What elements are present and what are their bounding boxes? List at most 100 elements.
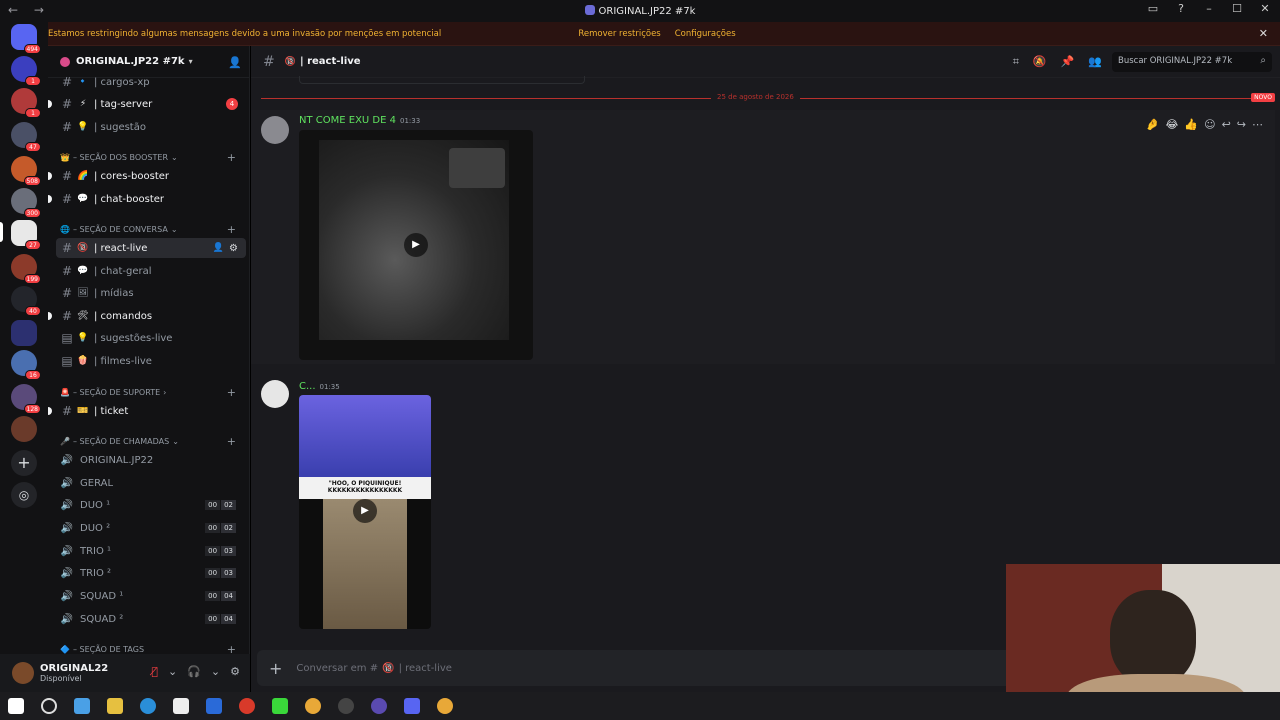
file-explorer-icon[interactable] [107, 698, 123, 714]
category-booster[interactable]: 👑 – SEÇÃO DOS BOOSTER ⌄ + [60, 151, 246, 164]
gear-icon[interactable]: ⚙ [230, 665, 240, 678]
video-attachment[interactable]: "HOO, O PIQUINIQUE! KKKKKKKKKKKKKKKK ▶ [299, 395, 431, 629]
unread-indicator [48, 172, 52, 180]
message[interactable]: NT COME EXU DE 4 01:33 ▶ 🤌 😂 👍 ☺ ↩ ↪ ⋯ [251, 110, 1275, 364]
server-icon[interactable]: 40 [11, 286, 41, 316]
store-icon[interactable] [173, 698, 189, 714]
create-channel-icon[interactable]: + [227, 386, 236, 399]
message-author[interactable]: NT COME EXU DE 4 [299, 115, 396, 126]
webcam-person-head [1110, 590, 1196, 686]
chevron-down-icon[interactable]: ⌄ [211, 665, 220, 678]
reaction-emoji[interactable]: 😂 [1166, 118, 1179, 131]
category-chamadas[interactable]: 🎤 – SEÇÃO DE CHAMADAS ⌄ + [60, 435, 246, 448]
member-list-icon[interactable]: 👥 [1088, 55, 1102, 69]
start-icon[interactable] [8, 698, 24, 714]
invite-icon[interactable]: 👤 [213, 243, 224, 253]
channel-sugestao[interactable]: # 💡 | sugestão [56, 117, 246, 137]
message-author[interactable]: C... [299, 381, 316, 392]
add-server-icon[interactable]: + [11, 450, 37, 476]
channel-midias[interactable]: # 🖼 | mídias [56, 283, 246, 303]
voice-channel[interactable]: 🔊 SQUAD ² 00 04 [56, 609, 246, 629]
voice-channel[interactable]: 🔊 ORIGINAL.JP22 [56, 450, 246, 470]
create-channel-icon[interactable]: + [227, 435, 236, 448]
mic-muted-icon[interactable]: 🎙̸ [151, 665, 158, 678]
search-icon[interactable] [41, 698, 57, 714]
notification-bell-icon[interactable]: 🔕 [1033, 55, 1047, 69]
server-icon[interactable]: 300 [11, 188, 41, 218]
chrome-icon[interactable] [437, 698, 453, 714]
channel-react-live[interactable]: # 🔞 | react-live 👤 ⚙ [56, 238, 246, 258]
server-icon[interactable] [11, 416, 37, 442]
create-channel-icon[interactable]: + [227, 223, 236, 236]
reply-icon[interactable]: ↩ [1222, 118, 1231, 131]
add-reaction-icon[interactable]: ☺ [1204, 118, 1215, 131]
video-attachment[interactable]: ▶ [299, 130, 533, 360]
close-button[interactable]: ✕ [1258, 2, 1272, 15]
voice-channel[interactable]: 🔊 TRIO ¹ 00 03 [56, 541, 246, 561]
create-channel-icon[interactable]: + [227, 643, 236, 655]
invite-people-icon[interactable]: 👤 [228, 56, 242, 69]
server-icon[interactable]: 27 [11, 220, 41, 250]
app-icon[interactable] [239, 698, 255, 714]
chrome-icon[interactable] [305, 698, 321, 714]
channel-chat-geral[interactable]: # 💬 | chat-geral [56, 261, 246, 281]
play-icon[interactable]: ▶ [353, 499, 377, 523]
avatar[interactable] [12, 662, 34, 684]
close-banner-icon[interactable]: ✕ [1259, 27, 1268, 40]
speaker-icon: 🔊 [60, 613, 74, 625]
forum-icon: ▤ [61, 331, 73, 345]
mail-icon[interactable] [206, 698, 222, 714]
channel-tag-server[interactable]: # ⚡ | tag-server 4 [48, 94, 246, 114]
home-icon[interactable]: 494 [11, 24, 41, 54]
reaction-emoji[interactable]: 🤌 [1146, 118, 1160, 131]
voice-channel[interactable]: 🔊 DUO ¹ 00 02 [56, 495, 246, 515]
channel-comandos[interactable]: # 🛠 | comandos [48, 306, 246, 326]
avatar[interactable] [261, 380, 289, 408]
server-icon[interactable]: 1 [11, 56, 41, 86]
gear-icon[interactable]: ⚙ [229, 243, 238, 254]
voice-channel[interactable]: 🔊 DUO ² 00 02 [56, 518, 246, 538]
channel-filmes-live[interactable]: ▤ 🍿 | filmes-live [56, 351, 246, 371]
headphones-icon[interactable]: 🎧 [187, 665, 201, 678]
forward-icon[interactable]: ↪ [1237, 118, 1246, 131]
discover-icon[interactable]: ◎ [11, 482, 37, 508]
minimize-button[interactable]: – [1202, 2, 1216, 15]
create-channel-icon[interactable]: + [227, 151, 236, 164]
discord-icon[interactable] [404, 698, 420, 714]
channel-cargos-xp[interactable]: # 🔹 | cargos-xp [56, 72, 246, 92]
copilot-icon[interactable] [74, 698, 90, 714]
channel-cores-booster[interactable]: # 🌈 | cores-booster [48, 166, 246, 186]
server-icon[interactable]: 128 [11, 384, 41, 414]
chevron-down-icon[interactable]: ⌄ [168, 665, 177, 678]
server-icon[interactable]: 1 [11, 88, 41, 118]
play-icon[interactable]: ▶ [404, 233, 428, 257]
server-icon[interactable]: 16 [11, 350, 41, 380]
voice-channel[interactable]: 🔊 GERAL [56, 473, 246, 493]
obs-icon[interactable] [338, 698, 354, 714]
search-input[interactable]: Buscar ORIGINAL.JP22 #7k ⌕ [1112, 52, 1272, 72]
server-icon[interactable]: 199 [11, 254, 41, 284]
maximize-button[interactable]: ☐ [1230, 2, 1244, 15]
category-tags[interactable]: 🔷 – SEÇÃO DE TAGS + [60, 643, 246, 655]
voice-channel[interactable]: 🔊 TRIO ² 00 03 [56, 563, 246, 583]
category-conversa[interactable]: 🌐 – SEÇÃO DE CONVERSA ⌄ + [60, 223, 246, 236]
add-attachment-icon[interactable]: + [269, 659, 282, 678]
channel-chat-booster[interactable]: # 💬 | chat-booster [48, 189, 246, 209]
kick-icon[interactable] [272, 698, 288, 714]
reaction-emoji[interactable]: 👍 [1184, 118, 1198, 131]
threads-icon[interactable]: ⌗ [1013, 55, 1019, 69]
voice-channel[interactable]: 🔊 SQUAD ¹ 00 04 [56, 586, 246, 606]
channel-sugestoes-live[interactable]: ▤ 💡 | sugestões-live [56, 328, 246, 348]
channel-ticket[interactable]: # 🎫 | ticket [48, 401, 246, 421]
more-icon[interactable]: ⋯ [1252, 118, 1263, 131]
server-icon[interactable]: 508 [11, 156, 41, 186]
avatar[interactable] [261, 116, 289, 144]
help-icon[interactable]: ? [1174, 2, 1188, 15]
app-icon[interactable] [371, 698, 387, 714]
pin-icon[interactable]: 📌 [1061, 55, 1075, 69]
edge-icon[interactable] [140, 698, 156, 714]
inbox-icon[interactable]: ▭ [1146, 2, 1160, 15]
server-icon[interactable]: 47 [11, 122, 41, 152]
category-suporte[interactable]: 🚨 – SEÇÃO DE SUPORTE › + [60, 386, 246, 399]
folder-icon[interactable] [11, 320, 37, 346]
